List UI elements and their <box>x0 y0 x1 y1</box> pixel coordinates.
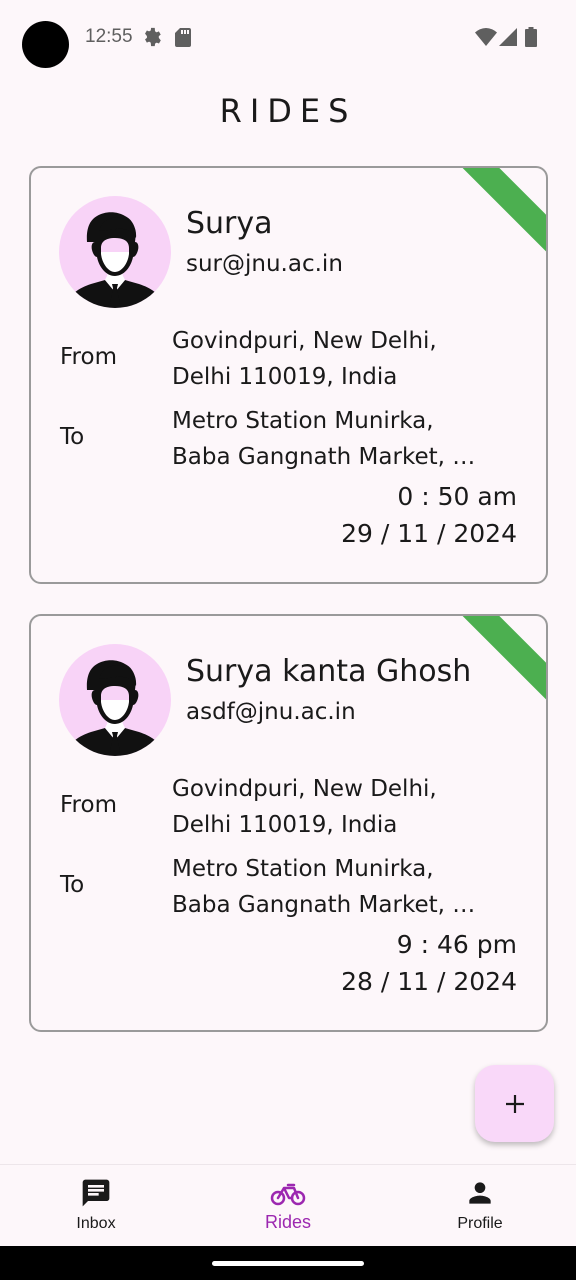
from-address-line2: Delhi 110019, India <box>172 812 398 838</box>
from-address-line1: Govindpuri, New Delhi, <box>172 328 437 354</box>
nav-item-rides[interactable]: Rides <box>192 1165 384 1247</box>
rider-name: Surya <box>186 206 273 241</box>
from-address-line2: Delhi 110019, India <box>172 364 398 390</box>
to-label: To <box>60 872 85 898</box>
from-address: Govindpuri, New Delhi, Delhi 110019, Ind… <box>172 771 512 843</box>
bottom-nav: Inbox Rides Profile <box>0 1164 576 1246</box>
ride-time: 0 : 50 am <box>397 482 517 511</box>
gesture-navigation-bar <box>0 1246 576 1280</box>
bicycle-icon <box>270 1183 306 1206</box>
ride-card[interactable]: Surya sur@jnu.ac.in From Govindpuri, New… <box>29 166 548 584</box>
person-avatar-icon <box>65 212 165 308</box>
nav-item-profile[interactable]: Profile <box>384 1165 576 1247</box>
ride-date: 28 / 11 / 2024 <box>341 967 517 996</box>
battery-icon <box>525 27 537 51</box>
nav-label-profile: Profile <box>457 1215 503 1232</box>
rider-email: asdf@jnu.ac.in <box>186 699 356 725</box>
avatar <box>59 196 171 308</box>
cell-signal-icon <box>499 28 517 50</box>
avatar <box>59 644 171 756</box>
ride-date: 29 / 11 / 2024 <box>341 519 517 548</box>
to-label: To <box>60 424 85 450</box>
sd-card-icon <box>175 28 191 51</box>
status-ribbon <box>439 168 546 275</box>
person-icon <box>469 1182 491 1204</box>
home-gesture-handle[interactable] <box>212 1261 364 1266</box>
from-address-line1: Govindpuri, New Delhi, <box>172 776 437 802</box>
nav-label-rides: Rides <box>264 1212 312 1232</box>
plus-icon <box>505 1094 524 1113</box>
settings-gear-icon <box>141 26 163 52</box>
nav-label-inbox: Inbox <box>76 1215 116 1232</box>
page-title: RIDES <box>219 92 357 130</box>
wifi-icon <box>475 28 497 50</box>
ride-time: 9 : 46 pm <box>396 930 517 959</box>
from-address: Govindpuri, New Delhi, Delhi 110019, Ind… <box>172 323 512 395</box>
to-address-line2: Baba Gangnath Market, … <box>172 444 476 470</box>
to-address-line1: Metro Station Munirka, <box>172 408 434 434</box>
from-label: From <box>60 344 117 370</box>
rider-name: Surya kanta Ghosh <box>186 654 472 689</box>
to-address-line2: Baba Gangnath Market, … <box>172 892 476 918</box>
to-address-line1: Metro Station Munirka, <box>172 856 434 882</box>
camera-cutout <box>22 21 69 68</box>
from-label: From <box>60 792 117 818</box>
add-ride-button[interactable] <box>475 1065 554 1142</box>
status-bar: 12:55 <box>0 0 576 72</box>
rider-email: sur@jnu.ac.in <box>186 251 343 277</box>
nav-item-inbox[interactable]: Inbox <box>0 1165 192 1247</box>
person-avatar-icon <box>65 660 165 756</box>
to-address: Metro Station Munirka, Baba Gangnath Mar… <box>172 403 512 475</box>
chat-message-icon <box>82 1179 110 1207</box>
status-time: 12:55 <box>85 26 133 47</box>
to-address: Metro Station Munirka, Baba Gangnath Mar… <box>172 851 512 923</box>
ride-card[interactable]: Surya kanta Ghosh asdf@jnu.ac.in From Go… <box>29 614 548 1032</box>
